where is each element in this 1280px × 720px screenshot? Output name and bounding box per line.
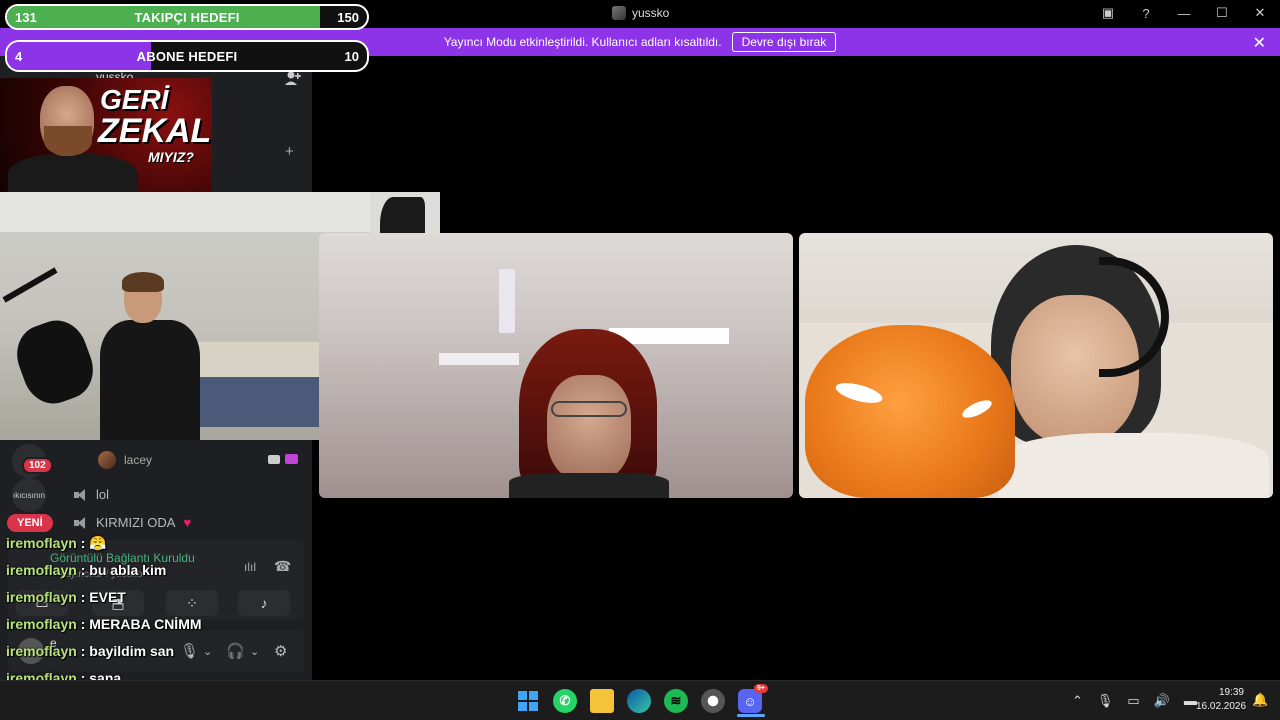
channel-label: KIRMIZI ODA xyxy=(96,515,176,530)
add-user-icon[interactable] xyxy=(284,70,302,86)
disable-streamer-mode-button[interactable]: Devre dışı bırak xyxy=(731,32,837,52)
window-title-text: yussko xyxy=(632,6,670,20)
chat-message: iremoflayn : bu abla kim xyxy=(6,562,167,578)
window-controls: ▣ ? — ☐ ✕ xyxy=(1100,5,1268,21)
heart-icon: ♥ xyxy=(183,515,192,530)
voice-channel-lol[interactable]: lol xyxy=(74,487,109,502)
chevron-up-icon[interactable]: ⌃ xyxy=(1072,693,1083,709)
webcam-blanket xyxy=(185,377,325,427)
disconnect-icon[interactable]: ☎ xyxy=(274,558,291,575)
new-badge: YENİ xyxy=(7,514,53,532)
voice-member-name: lacey xyxy=(124,453,153,467)
participant-video-tile-2[interactable] xyxy=(799,233,1273,498)
subscriber-goal-bar: ABONE HEDEFI 4 10 xyxy=(5,40,369,72)
follower-goal-bar: TAKIPÇI HEDEFI 131 150 xyxy=(5,4,369,30)
chevron-down-icon[interactable]: ⌄ xyxy=(250,645,259,658)
chat-text: bayildim san xyxy=(89,643,175,659)
participant-body xyxy=(509,473,669,498)
webcam-person-hair xyxy=(122,272,164,292)
plus-icon[interactable]: + xyxy=(285,143,294,160)
chat-text: 😤 xyxy=(89,535,107,551)
chat-text: MERABA CNİMM xyxy=(89,616,202,632)
chat-username: iremoflayn xyxy=(6,643,77,659)
speaker-icon xyxy=(74,488,88,501)
camera-icon xyxy=(268,455,280,464)
browser-icon[interactable] xyxy=(701,689,725,713)
window-title: yussko xyxy=(612,6,669,20)
close-button[interactable]: ✕ xyxy=(1252,5,1268,21)
webcam-mic-arm xyxy=(2,267,58,303)
spotify-icon[interactable]: ≋ xyxy=(664,689,688,713)
avatar xyxy=(98,451,116,469)
taskbar-apps: ✆ ≋ ☺ 9+ xyxy=(516,684,768,713)
discord-icon[interactable]: ☺ 9+ xyxy=(738,684,768,713)
chat-username: iremoflayn xyxy=(6,616,77,632)
subscriber-goal-current: 4 xyxy=(15,48,23,64)
webcam-microphone xyxy=(8,312,102,412)
help-icon[interactable]: ? xyxy=(1138,6,1154,21)
system-clock[interactable]: 19:39 16.02.2026 xyxy=(1196,686,1247,714)
system-tray: ⌃ 🎙 ▭ 🔊 ▬ xyxy=(1072,693,1197,709)
video-thumbnail: GERİ ZEKALI MIYIZ? xyxy=(0,78,212,192)
server-icon-2[interactable]: ıkıcısının xyxy=(12,478,46,512)
follower-goal-target: 150 xyxy=(337,9,359,25)
file-explorer-icon[interactable] xyxy=(590,689,614,713)
voice-channel-kirmizi-oda[interactable]: KIRMIZI ODA ♥ xyxy=(74,515,191,530)
live-stream-icon xyxy=(285,454,298,464)
channel-label: lol xyxy=(96,487,110,502)
discord-notification-badge: 9+ xyxy=(754,684,768,693)
voice-member[interactable]: lacey xyxy=(98,451,152,469)
battery-icon[interactable]: ▬ xyxy=(1184,693,1197,709)
headphones-icon[interactable]: 🎧 xyxy=(226,642,245,660)
inbox-icon[interactable]: ▣ xyxy=(1100,5,1116,21)
participant-face xyxy=(547,375,631,481)
clock-date: 16.02.2026 xyxy=(1196,701,1247,712)
clock-time: 19:39 xyxy=(1218,687,1244,698)
chat-username: iremoflayn xyxy=(6,562,77,578)
chat-message: iremoflayn : bayildim san xyxy=(6,643,175,659)
participant-glasses xyxy=(551,401,627,417)
notification-badge: 102 xyxy=(22,457,53,474)
chat-message: iremoflayn : 😤 xyxy=(6,535,107,551)
edge-icon[interactable] xyxy=(627,689,651,713)
notification-icon[interactable]: 🔔 xyxy=(1252,692,1268,708)
thumbnail-person-beard xyxy=(44,126,92,156)
thumbnail-person-body xyxy=(8,154,138,192)
chat-username: iremoflayn xyxy=(6,535,77,551)
microphone-icon[interactable]: 🎙 xyxy=(1097,693,1114,709)
banner-text: Yayıncı Modu etkinleştirildi. Kullanıcı … xyxy=(443,35,722,49)
chat-message: iremoflayn : MERABA CNİMM xyxy=(6,616,202,632)
minimize-button[interactable]: — xyxy=(1176,6,1192,21)
tile-object xyxy=(499,269,515,333)
display-icon[interactable]: ▭ xyxy=(1127,693,1139,709)
chat-text: bu abla kim xyxy=(89,562,167,578)
chat-text: EVET xyxy=(89,589,126,605)
soundboard-button[interactable]: ♪ xyxy=(238,590,290,616)
gear-icon[interactable]: ⚙ xyxy=(274,642,287,660)
thumbnail-title-line3: MIYIZ? xyxy=(148,149,194,165)
chevron-down-icon[interactable]: ⌄ xyxy=(203,645,212,658)
user-avatar-icon xyxy=(612,6,626,20)
thumbnail-title-line2: ZEKALI xyxy=(98,112,212,150)
subscriber-goal-target: 10 xyxy=(344,48,359,64)
volume-icon[interactable]: 🔊 xyxy=(1154,693,1170,709)
tile-shelf xyxy=(439,353,519,365)
participant-shirt xyxy=(999,433,1269,498)
participant-video-tile-1[interactable] xyxy=(319,233,793,498)
close-icon[interactable]: ✕ xyxy=(1253,33,1266,53)
whatsapp-icon[interactable]: ✆ xyxy=(553,689,577,713)
maximize-button[interactable]: ☐ xyxy=(1214,5,1230,21)
windows-start-icon[interactable] xyxy=(516,689,540,713)
noise-suppression-icon[interactable]: ılıl xyxy=(244,560,256,574)
follower-goal-current: 131 xyxy=(15,9,37,25)
chat-username: iremoflayn xyxy=(6,589,77,605)
active-app-indicator xyxy=(737,714,765,717)
speaker-icon xyxy=(74,516,88,529)
webcam-person-torso xyxy=(100,320,200,440)
chat-message: iremoflayn : EVET xyxy=(6,589,126,605)
